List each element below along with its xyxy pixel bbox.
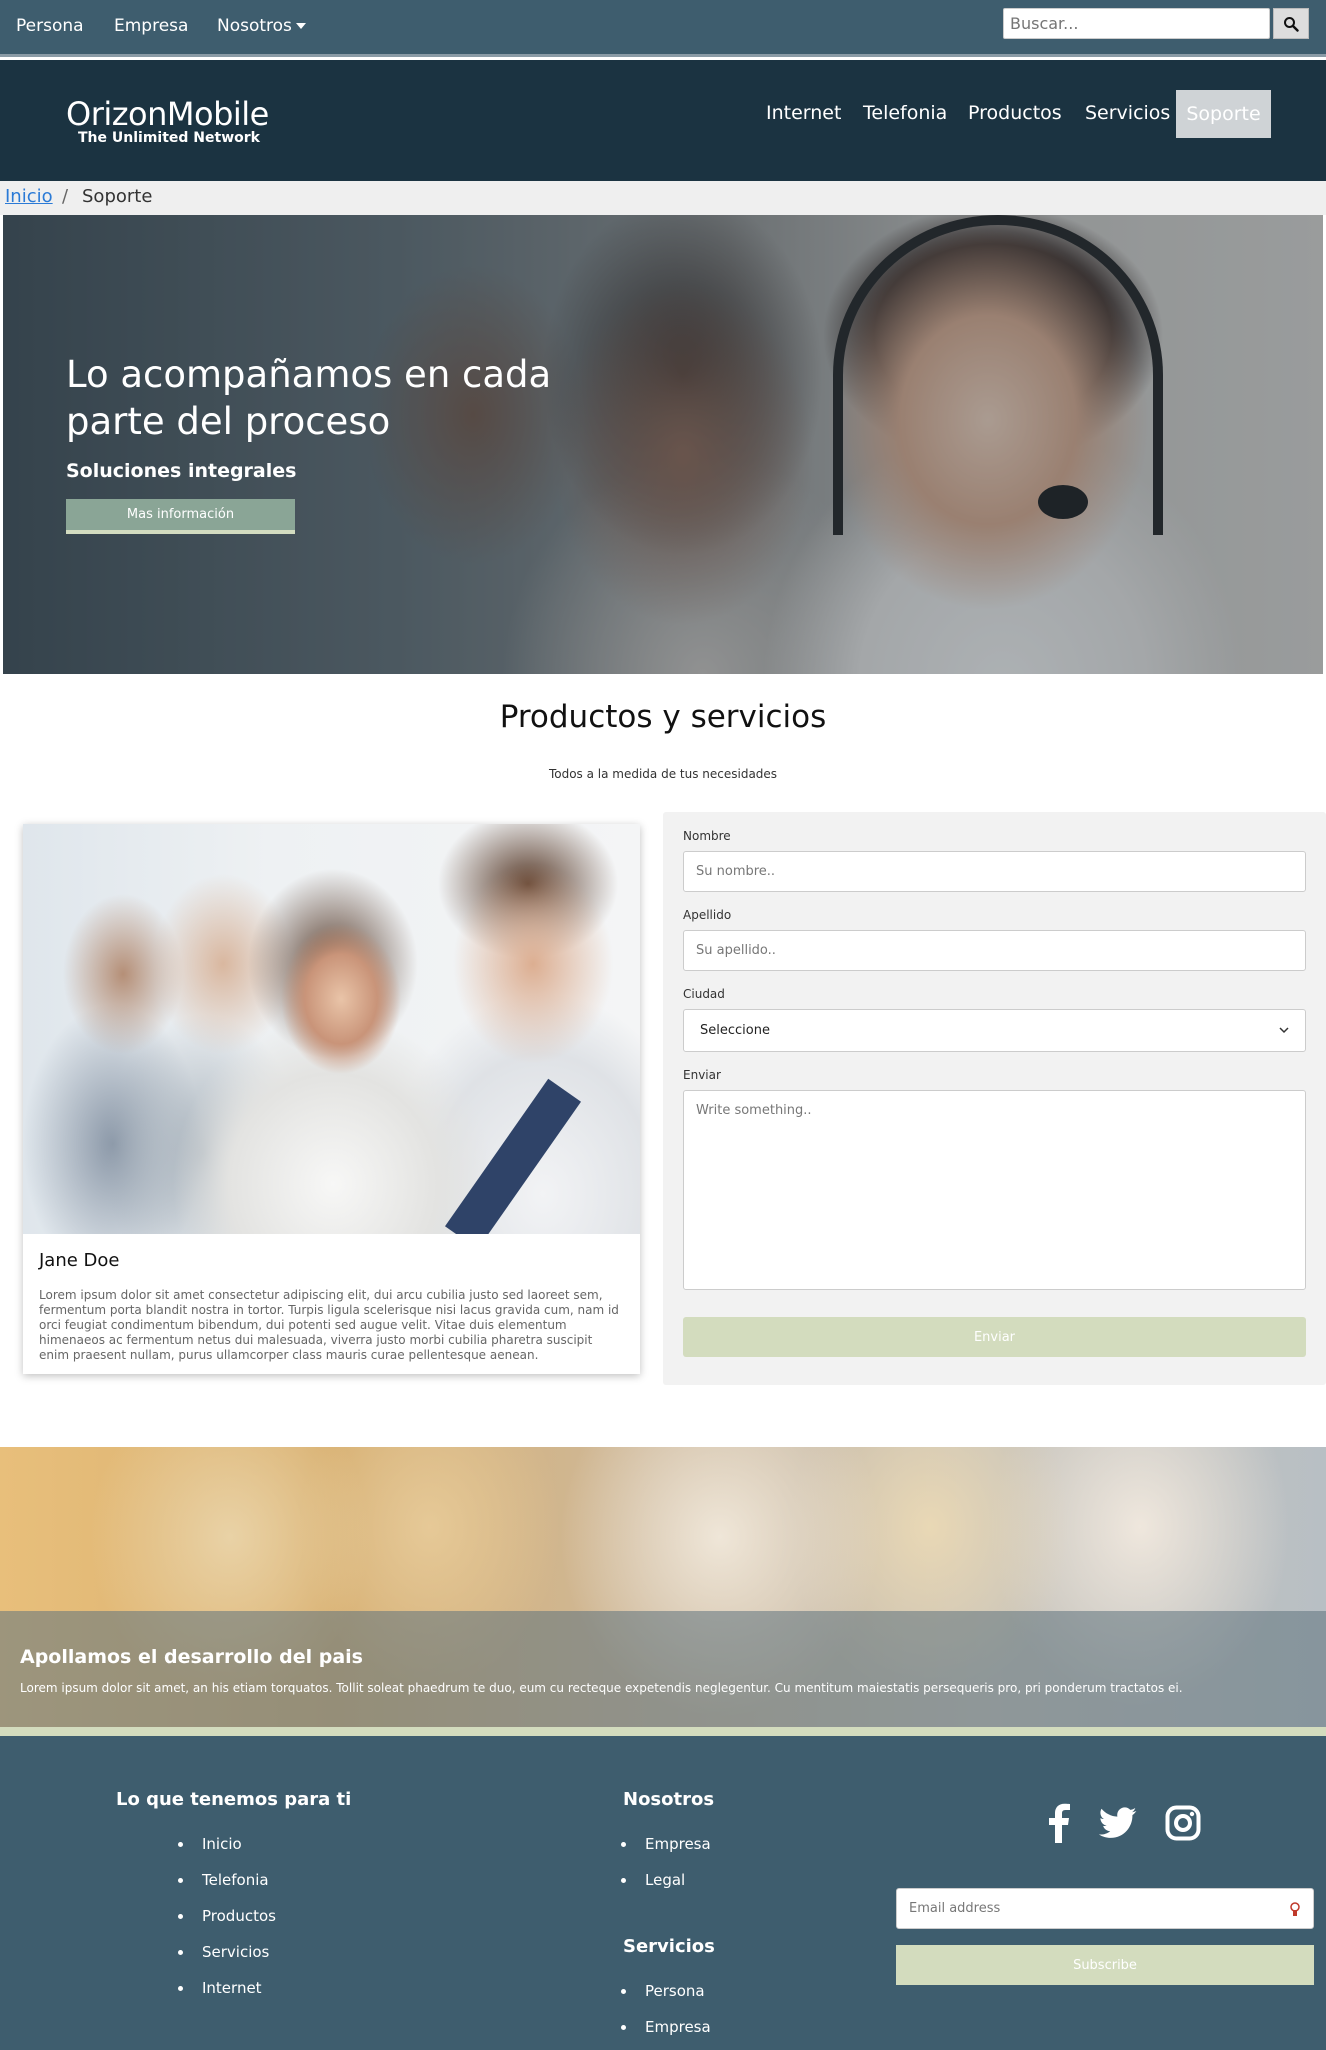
hero-title-line1: Lo acompañamos en cada xyxy=(66,353,552,396)
footer-link-telefonia[interactable]: Telefonia xyxy=(178,1871,276,1907)
nav-productos[interactable]: Productos xyxy=(968,102,1062,124)
breadcrumb-current: Soporte xyxy=(82,186,153,207)
footer-link-empresa-2[interactable]: Empresa xyxy=(621,2018,711,2050)
nav-internet[interactable]: Internet xyxy=(766,102,841,124)
footer-link-empresa[interactable]: Empresa xyxy=(621,1835,711,1871)
nav-soporte[interactable]: Soporte xyxy=(1176,90,1271,138)
hero-title-line2: parte del proceso xyxy=(66,400,391,443)
apellido-label: Apellido xyxy=(683,908,732,922)
instagram-icon xyxy=(1165,1805,1201,1841)
footer-link-servicios[interactable]: Servicios xyxy=(178,1943,276,1979)
nav-servicios[interactable]: Servicios xyxy=(1085,102,1170,124)
hero-subtitle: Soluciones integrales xyxy=(66,460,297,482)
topbar-link-nosotros[interactable]: Nosotros xyxy=(217,16,306,36)
hero-title: Lo acompañamos en cada parte del proceso xyxy=(66,351,551,445)
search-button[interactable] xyxy=(1273,8,1309,39)
submit-button[interactable]: Enviar xyxy=(683,1317,1306,1357)
ciudad-select[interactable]: Seleccione xyxy=(683,1009,1306,1052)
brand-tagline: The Unlimited Network xyxy=(78,130,260,146)
message-textarea[interactable]: Write something.. xyxy=(683,1090,1306,1290)
facebook-icon xyxy=(1049,1803,1070,1843)
search-input[interactable] xyxy=(1003,8,1270,39)
ciudad-label: Ciudad xyxy=(683,987,725,1001)
main-header: OrizonMobile The Unlimited Network Inter… xyxy=(0,60,1326,181)
footer-link-inicio[interactable]: Inicio xyxy=(178,1835,276,1871)
password-manager-icon[interactable] xyxy=(1289,1901,1301,1917)
footer-col2-title: Nosotros xyxy=(623,1789,715,1810)
banner-divider xyxy=(0,1727,1326,1736)
hero-banner: Lo acompañamos en cada parte del proceso… xyxy=(3,215,1323,674)
brand-logo[interactable]: OrizonMobile xyxy=(66,95,269,133)
email-placeholder: Email address xyxy=(909,1901,1001,1916)
top-bar: Persona Empresa Nosotros xyxy=(0,0,1326,57)
topbar-link-persona[interactable]: Persona xyxy=(16,16,84,36)
nosotros-label: Nosotros xyxy=(217,16,292,36)
card-name: Jane Doe xyxy=(39,1250,120,1271)
footer-link-internet[interactable]: Internet xyxy=(178,1979,276,2015)
breadcrumb-separator: / xyxy=(62,186,69,207)
section-title: Productos y servicios xyxy=(499,699,827,735)
footer-link-productos[interactable]: Productos xyxy=(178,1907,276,1943)
breadcrumb: Inicio / Soporte xyxy=(0,181,1326,215)
nav-telefonia[interactable]: Telefonia xyxy=(863,102,947,124)
banner-overlay xyxy=(0,1611,1326,1727)
newsletter-email-input[interactable]: Email address xyxy=(896,1888,1314,1929)
instagram-link[interactable] xyxy=(1163,1801,1203,1845)
subscribe-button[interactable]: Subscribe xyxy=(896,1945,1314,1985)
card-image xyxy=(23,824,640,1234)
card-description: Lorem ipsum dolor sit amet consectetur a… xyxy=(39,1288,619,1362)
facebook-link[interactable] xyxy=(1045,1801,1073,1845)
caret-down-icon xyxy=(295,23,306,29)
profile-card: Jane Doe Lorem ipsum dolor sit amet cons… xyxy=(23,824,640,1374)
tie-shape xyxy=(444,1078,582,1234)
section-subtitle: Todos a la medida de tus necesidades xyxy=(548,767,778,781)
contact-form: Nombre Su nombre.. Apellido Su apellido.… xyxy=(663,812,1326,1385)
footer-link-persona[interactable]: Persona xyxy=(621,1982,711,2018)
footer-link-legal[interactable]: Legal xyxy=(621,1871,711,1907)
nombre-label: Nombre xyxy=(683,829,731,843)
search-icon xyxy=(1284,16,1299,32)
twitter-link[interactable] xyxy=(1098,1801,1138,1845)
more-info-button[interactable]: Mas información xyxy=(66,499,295,534)
footer-col1-title: Lo que tenemos para ti xyxy=(116,1789,352,1810)
banner-text: Lorem ipsum dolor sit amet, an his etiam… xyxy=(20,1681,1183,1695)
apellido-input[interactable]: Su apellido.. xyxy=(683,930,1306,971)
footer-col3-title: Servicios xyxy=(623,1936,715,1957)
footer-col3-list: Persona Empresa xyxy=(621,1982,711,2050)
ciudad-selected-value: Seleccione xyxy=(700,1023,770,1038)
topbar-link-empresa[interactable]: Empresa xyxy=(114,16,188,36)
banner-title: Apollamos el desarrollo del pais xyxy=(20,1646,363,1668)
nombre-input[interactable]: Su nombre.. xyxy=(683,851,1306,892)
enviar-label: Enviar xyxy=(683,1068,721,1082)
footer-col1-list: Inicio Telefonia Productos Servicios Int… xyxy=(178,1835,276,2015)
footer-col2-list: Empresa Legal xyxy=(621,1835,711,1907)
twitter-icon xyxy=(1099,1807,1137,1838)
chevron-down-icon xyxy=(1279,1027,1289,1034)
community-banner: Apollamos el desarrollo del pais Lorem i… xyxy=(0,1447,1326,1727)
breadcrumb-home[interactable]: Inicio xyxy=(5,186,53,207)
